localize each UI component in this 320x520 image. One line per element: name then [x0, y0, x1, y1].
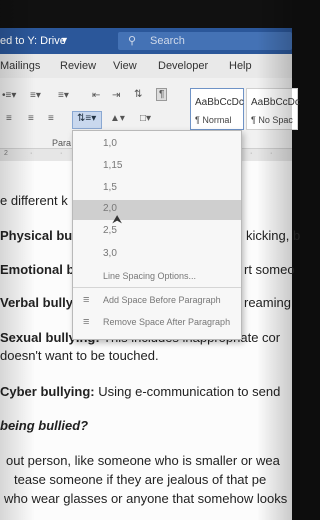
mouse-pointer-icon: ⮝ [112, 212, 123, 226]
spacing-option-2-5[interactable]: 2,5 [73, 222, 241, 242]
line-spacing-options[interactable]: Line Spacing Options... [73, 267, 241, 287]
doc-line: doesn't want to be touched. [0, 348, 159, 363]
decrease-indent-icon[interactable]: ⇤ [92, 90, 100, 101]
paragraph-group-label: Para [52, 138, 72, 148]
doc-line-right: rt someo [244, 262, 295, 277]
style-normal[interactable]: AaBbCcDc ¶ Normal [190, 88, 244, 130]
sort-icon[interactable]: ⇅ [134, 89, 142, 100]
style-name: ¶ No Spac [251, 115, 293, 125]
search-box[interactable]: ⚲ Search [118, 32, 292, 50]
camera-black-border [0, 0, 292, 28]
spacing-option-2-0[interactable]: 2,0 [73, 200, 241, 220]
remove-space-icon: ≡ [83, 316, 90, 328]
shading-icon[interactable]: ▲▾ [110, 113, 125, 124]
tab-review[interactable]: Review [60, 60, 96, 72]
ribbon-tabs: Mailings Review View Developer Help [0, 54, 292, 78]
doc-line: e different k [0, 193, 68, 208]
tab-view[interactable]: View [113, 60, 137, 72]
spacing-option-1-0[interactable]: 1,0 [73, 135, 241, 155]
search-icon: ⚲ [128, 35, 137, 47]
increase-indent-icon[interactable]: ⇥ [112, 90, 120, 101]
doc-line: Physical bull [0, 228, 80, 243]
doc-line-right: kicking, b [246, 228, 301, 243]
tab-help[interactable]: Help [229, 60, 252, 72]
numbering-icon[interactable]: ≡▾ [30, 90, 41, 101]
multilevel-list-icon[interactable]: ≡▾ [58, 90, 69, 101]
doc-line: Verbal bully [0, 295, 73, 310]
add-space-before[interactable]: ≡ Add Space Before Paragraph [73, 291, 241, 311]
spacing-option-3-0[interactable]: 3,0 [73, 245, 241, 265]
add-space-icon: ≡ [83, 294, 90, 306]
spacing-option-1-5[interactable]: 1,5 [73, 179, 241, 199]
borders-icon[interactable]: □▾ [140, 113, 151, 124]
style-preview: AaBbCcDc [251, 97, 300, 108]
remove-space-after[interactable]: ≡ Remove Space After Paragraph [73, 313, 241, 333]
show-formatting-icon[interactable]: ¶ [156, 88, 168, 101]
line-spacing-icon: ⇅≡▾ [77, 113, 97, 124]
style-name: ¶ Normal [195, 115, 232, 125]
align-center-icon[interactable]: ≡ [28, 113, 34, 124]
line-spacing-button[interactable]: ⇅≡▾ [72, 111, 102, 129]
tab-mailings[interactable]: Mailings [0, 60, 40, 72]
search-placeholder: Search [150, 35, 185, 47]
bullets-icon[interactable]: •≡▾ [2, 90, 16, 101]
doc-line: Emotional b [0, 262, 75, 277]
align-right-icon[interactable]: ≡ [48, 113, 54, 124]
title-bar: ed to Y: Drive ▼ ⚲ Search [0, 28, 292, 54]
style-preview: AaBbCcDc [195, 97, 244, 108]
doc-line: Cyber bullying: Using e-communication to… [0, 384, 281, 399]
doc-heading: being bullied? [0, 418, 89, 433]
line-spacing-dropdown: 1,0 1,15 1,5 2,0 2,5 3,0 Line Spacing Op… [72, 130, 242, 340]
tab-developer[interactable]: Developer [158, 60, 208, 72]
style-no-spacing[interactable]: AaBbCcDc ¶ No Spac [246, 88, 300, 130]
doc-line-right: reaming [244, 295, 291, 310]
align-left-icon[interactable]: ≡ [6, 113, 12, 124]
spacing-option-1-15[interactable]: 1,15 [73, 157, 241, 177]
doc-line: who wear glasses or anyone that somehow … [4, 491, 288, 506]
menu-divider [73, 287, 241, 288]
doc-line: out person, like someone who is smaller … [6, 453, 280, 468]
save-status: ed to Y: Drive [0, 35, 66, 47]
chevron-down-icon[interactable]: ▼ [60, 35, 69, 45]
doc-line: tease someone if they are jealous of tha… [14, 472, 267, 487]
